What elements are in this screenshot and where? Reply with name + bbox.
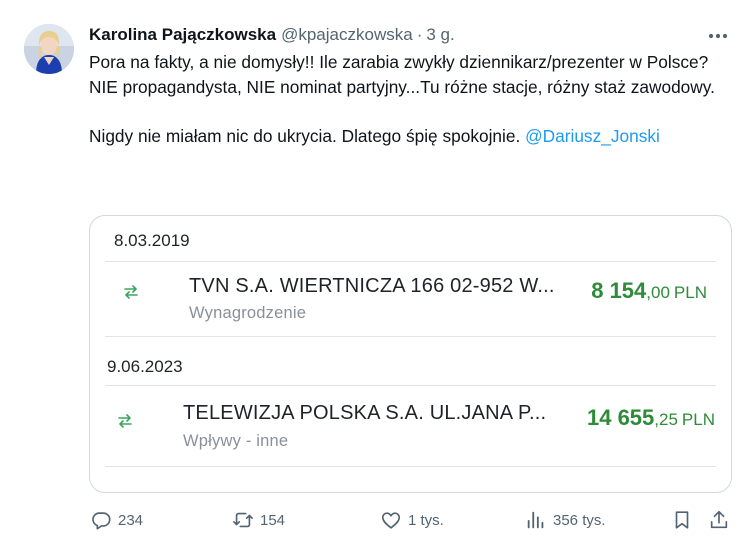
reply-count: 234 bbox=[118, 511, 144, 529]
heart-icon bbox=[381, 512, 401, 529]
author-handle[interactable]: @kpajaczkowska bbox=[281, 25, 413, 45]
entry-subtitle: Wynagrodzenie bbox=[189, 304, 307, 322]
entry-amount: 14 655,25 PLN bbox=[586, 405, 715, 430]
like-count: 1 tys. bbox=[408, 511, 444, 529]
attached-image[interactable]: 8.03.2019 TVN S.A. WIERTNICZA 166 02-952… bbox=[89, 215, 732, 493]
tweet-text: Pora na fakty, a nie domysły!! Ile zarab… bbox=[89, 50, 729, 148]
tweet-line-1: Pora na fakty, a nie domysły!! Ile zarab… bbox=[89, 52, 709, 72]
header-separator: · bbox=[416, 25, 423, 44]
tweet-header: Karolina Pajączkowska @kpajaczkowska · 3… bbox=[89, 24, 455, 46]
share-icon bbox=[710, 510, 728, 529]
author-name[interactable]: Karolina Pajączkowska bbox=[89, 25, 276, 45]
divider bbox=[105, 336, 716, 337]
tweet-line-3-text: Nigdy nie miałam nic do ukrycia. Dlatego… bbox=[89, 125, 526, 146]
entry-subtitle: Wpływy - inne bbox=[183, 432, 289, 450]
entry-title: TVN S.A. WIERTNICZA 166 02-952 W... bbox=[189, 275, 555, 297]
tweet-line-3: Nigdy nie miałam nic do ukrycia. Dlatego… bbox=[89, 124, 729, 149]
reply-button[interactable]: 234 bbox=[90, 509, 143, 531]
views-count: 356 tys. bbox=[553, 511, 606, 529]
bookmark-icon bbox=[675, 511, 689, 529]
share-button[interactable] bbox=[708, 509, 736, 531]
divider bbox=[105, 385, 716, 386]
reply-icon bbox=[92, 512, 111, 530]
bookmark-button[interactable] bbox=[671, 509, 699, 531]
divider bbox=[105, 466, 716, 467]
more-options-button[interactable] bbox=[706, 26, 730, 46]
entry-amount: 8 154,00 PLN bbox=[591, 278, 707, 303]
post-time[interactable]: 3 g. bbox=[426, 25, 454, 45]
tweet-actions: 234 154 1 tys. 356 tys. bbox=[0, 508, 752, 534]
repost-icon bbox=[233, 512, 253, 528]
divider bbox=[105, 261, 716, 262]
avatar-image bbox=[24, 24, 74, 74]
like-button[interactable]: 1 tys. bbox=[380, 509, 444, 531]
more-horizontal-icon bbox=[708, 33, 728, 39]
repost-count: 154 bbox=[260, 511, 286, 529]
entry-title: TELEWIZJA POLSKA S.A. UL.JANA P... bbox=[183, 402, 547, 424]
mention-link[interactable]: @Dariusz_Jonski bbox=[525, 126, 660, 146]
avatar[interactable] bbox=[24, 24, 74, 74]
entry-date: 9.06.2023 bbox=[107, 357, 183, 376]
transfer-arrows-icon bbox=[118, 414, 132, 428]
views-chart-icon bbox=[527, 511, 544, 529]
transfer-arrows-icon bbox=[124, 285, 138, 299]
repost-button[interactable]: 154 bbox=[232, 509, 285, 531]
views-button[interactable]: 356 tys. bbox=[525, 509, 606, 531]
entry-date: 8.03.2019 bbox=[114, 231, 190, 250]
tweet-line-2: NIE propagandysta, NIE nominat partyjny.… bbox=[89, 76, 715, 97]
